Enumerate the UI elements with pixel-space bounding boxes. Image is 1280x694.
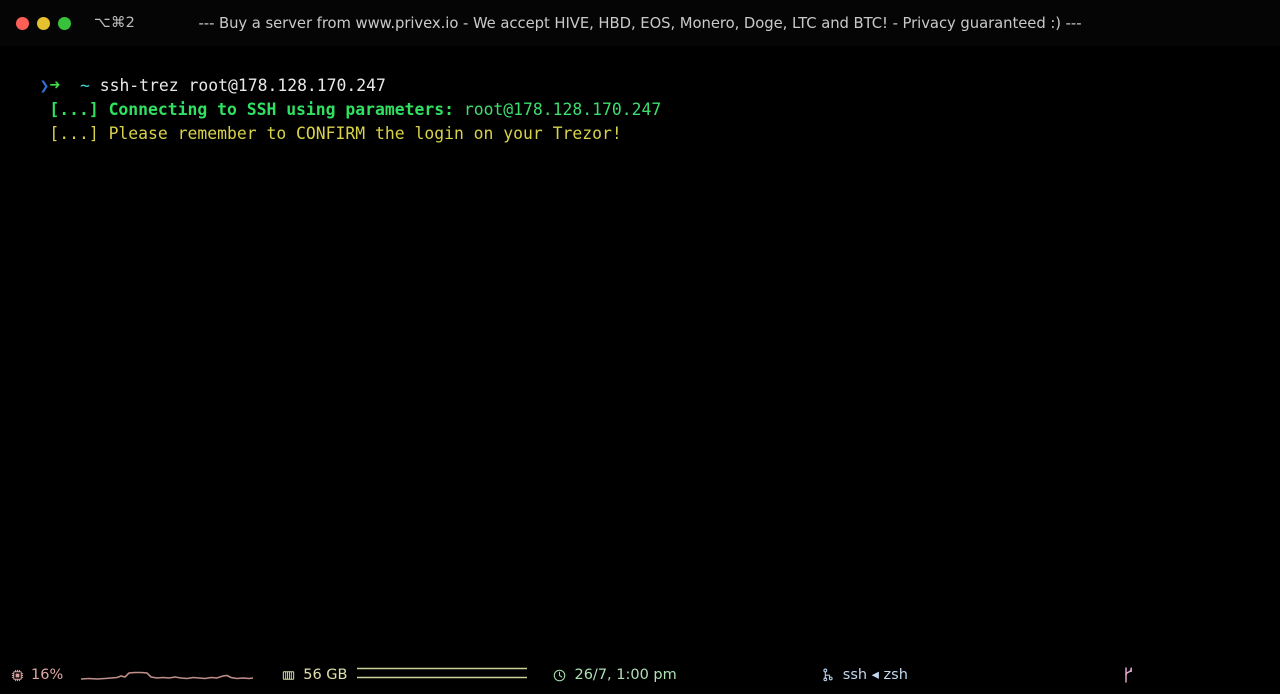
confirm-message: [...] Please remember to CONFIRM the log… bbox=[49, 124, 622, 143]
status-memory[interactable]: 56 GB bbox=[281, 656, 347, 694]
memory-graph bbox=[357, 664, 528, 686]
cpu-value: 16% bbox=[31, 667, 64, 683]
prompt-command: ssh-trez root@178.128.170.247 bbox=[99, 76, 386, 95]
status-clock[interactable]: 26/7, 1:00 pm bbox=[552, 656, 677, 694]
prompt-arrow-icon: ➜ bbox=[49, 75, 61, 96]
status-cpu[interactable]: 16% bbox=[10, 656, 63, 694]
status-bar: 16% 56 GB 26/7, 1:00 pm ssh ◂ zsh bbox=[0, 656, 1280, 694]
window-title: --- Buy a server from www.privex.io - We… bbox=[198, 14, 1082, 32]
cpu-sparkline bbox=[81, 663, 254, 687]
connecting-target: root@178.128.170.247 bbox=[463, 100, 662, 119]
prompt-chevron-icon: ❯ bbox=[39, 76, 50, 95]
minimize-button[interactable] bbox=[37, 16, 50, 30]
memory-value: 56 GB bbox=[303, 667, 348, 683]
tab-shortcut-label[interactable]: ⌥⌘2 bbox=[94, 15, 135, 31]
terminal-prompt-line: ❯➜ ~ ssh-trez root@178.128.170.247 bbox=[0, 50, 1280, 96]
prompt-path: ~ bbox=[79, 76, 90, 95]
clock-value: 26/7, 1:00 pm bbox=[574, 667, 677, 683]
process-value: ssh ◂ zsh bbox=[842, 667, 908, 683]
maximize-button[interactable] bbox=[58, 16, 71, 30]
status-git[interactable] bbox=[1123, 656, 1137, 694]
terminal-output[interactable]: ❯➜ ~ ssh-trez root@178.128.170.247 [...]… bbox=[0, 46, 1280, 656]
git-branch-icon bbox=[1123, 666, 1137, 684]
ram-stick-icon bbox=[281, 668, 296, 683]
close-button[interactable] bbox=[16, 16, 29, 30]
process-tree-icon bbox=[821, 667, 836, 683]
status-process[interactable]: ssh ◂ zsh bbox=[821, 656, 908, 694]
connecting-prefix: [...] Connecting to SSH using parameters… bbox=[49, 100, 454, 119]
window-controls bbox=[16, 16, 71, 30]
clock-icon bbox=[552, 668, 567, 683]
title-bar: ⌥⌘2 --- Buy a server from www.privex.io … bbox=[0, 0, 1280, 46]
cpu-chip-icon bbox=[10, 668, 25, 683]
